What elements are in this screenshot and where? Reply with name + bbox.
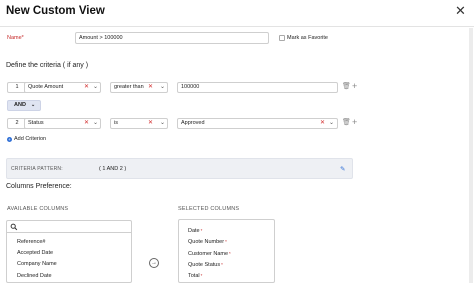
- chevron-down-icon[interactable]: ⌄: [329, 119, 334, 128]
- criterion-operator-select-1[interactable]: greater than ✕ ⌄: [110, 82, 168, 93]
- criteria-title: Define the criteria ( if any ): [6, 62, 89, 69]
- list-item-label: Quote Number: [188, 239, 225, 245]
- clear-icon[interactable]: ✕: [148, 83, 153, 92]
- list-item[interactable]: Reference#: [17, 239, 45, 245]
- list-item[interactable]: Company Name: [17, 261, 57, 267]
- chevron-down-icon[interactable]: ⌄: [160, 83, 165, 92]
- list-item[interactable]: Declined Date: [17, 273, 52, 279]
- list-item[interactable]: Date*: [188, 228, 202, 234]
- list-item[interactable]: Customer Name*: [188, 251, 231, 257]
- move-right-button[interactable]: →: [149, 258, 159, 268]
- list-item[interactable]: Accepted Date: [17, 250, 53, 256]
- criterion-value-value-2: Approved: [181, 120, 205, 126]
- add-row-icon[interactable]: +: [352, 82, 357, 91]
- connector-select[interactable]: AND ⌄: [7, 100, 41, 111]
- criteria-pattern-label: CRITERIA PATTERN:: [11, 166, 63, 172]
- favorite-label: Mark as Favorite: [287, 35, 328, 41]
- criterion-field-select-2[interactable]: Status ✕ ⌄: [24, 118, 101, 129]
- clear-icon[interactable]: ✕: [320, 119, 325, 128]
- column-search-input[interactable]: [7, 221, 131, 233]
- modal-header: New Custom View ✕: [0, 0, 474, 27]
- available-columns-list: Reference# Accepted Date Company Name De…: [6, 220, 132, 283]
- criteria-pattern-value: ( 1 AND 2 ): [99, 166, 127, 172]
- clear-icon[interactable]: ✕: [148, 119, 153, 128]
- list-item[interactable]: Quote Number*: [188, 239, 227, 245]
- connector-label: AND: [14, 102, 26, 108]
- chevron-down-icon[interactable]: ⌄: [93, 83, 98, 92]
- chevron-down-icon: ⌄: [31, 102, 36, 108]
- required-marker: *: [225, 239, 227, 244]
- criteria-pattern-box: CRITERIA PATTERN: ( 1 AND 2 ) ✎: [6, 158, 353, 179]
- page-title: New Custom View: [6, 5, 105, 17]
- criterion-field-value-2: Status: [28, 120, 44, 126]
- required-marker: *: [221, 262, 223, 267]
- clear-icon[interactable]: ✕: [84, 83, 89, 92]
- criterion-operator-value-2: is: [114, 120, 118, 126]
- list-item[interactable]: Total*: [188, 273, 202, 279]
- search-icon: [10, 223, 18, 231]
- criterion-value-select-2[interactable]: Approved ✕ ⌄: [177, 118, 338, 129]
- required-marker: *: [229, 251, 231, 256]
- chevron-down-icon[interactable]: ⌄: [93, 119, 98, 128]
- available-columns-heading: AVAILABLE COLUMNS: [7, 206, 69, 212]
- edit-icon[interactable]: ✎: [340, 165, 345, 173]
- criterion-field-value-1: Quote Amount: [28, 84, 64, 90]
- list-item[interactable]: Quote Status*: [188, 262, 223, 268]
- name-input[interactable]: Amount > 100000: [75, 32, 269, 44]
- close-icon[interactable]: ✕: [455, 4, 466, 17]
- criterion-field-select-1[interactable]: Quote Amount ✕ ⌄: [24, 82, 101, 93]
- required-marker: *: [200, 228, 203, 233]
- criterion-operator-select-2[interactable]: is ✕ ⌄: [110, 118, 168, 129]
- list-item-label: Customer Name: [188, 251, 229, 257]
- selected-columns-heading: SELECTED COLUMNS: [178, 206, 240, 212]
- favorite-checkbox[interactable]: [279, 35, 285, 41]
- criterion-value-input-1[interactable]: 100000: [177, 82, 338, 93]
- list-item-label: Date: [188, 228, 200, 234]
- name-label: Name*: [7, 35, 24, 41]
- list-item-label: Total: [188, 273, 200, 279]
- plus-circle-icon[interactable]: +: [7, 137, 12, 142]
- selected-columns-list: Date* Quote Number* Customer Name* Quote…: [178, 219, 275, 283]
- list-item-label: Quote Status: [188, 262, 221, 268]
- criterion-operator-value-1: greater than: [114, 84, 144, 90]
- vertical-scrollbar[interactable]: [469, 28, 473, 283]
- delete-icon[interactable]: 🗑: [342, 83, 351, 90]
- clear-icon[interactable]: ✕: [84, 119, 89, 128]
- required-marker: *: [200, 273, 203, 278]
- columns-title: Columns Preference:: [6, 183, 72, 190]
- chevron-down-icon[interactable]: ⌄: [160, 119, 165, 128]
- add-criterion-link[interactable]: Add Criterion: [14, 136, 46, 142]
- delete-icon[interactable]: 🗑: [342, 119, 351, 126]
- add-row-icon[interactable]: +: [352, 118, 357, 127]
